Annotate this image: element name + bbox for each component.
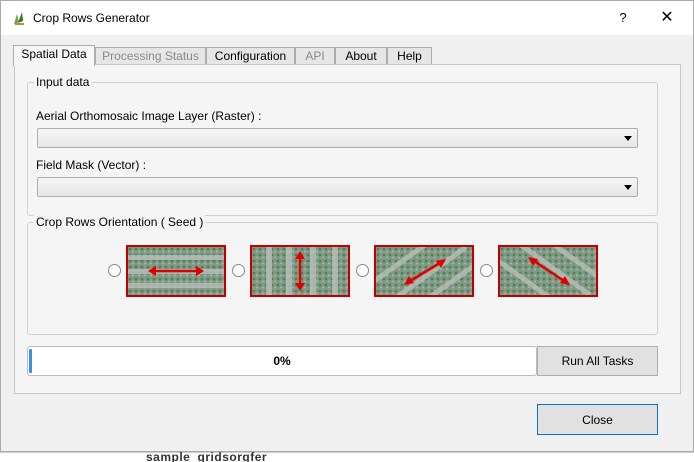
radio-horizontal[interactable]: [108, 264, 121, 277]
tab-help[interactable]: Help: [387, 47, 432, 65]
background-app-bottom: [0, 452, 694, 462]
progress-bar: 0%: [27, 346, 537, 376]
tab-api[interactable]: API: [295, 47, 335, 65]
help-button[interactable]: ?: [613, 9, 633, 27]
diagonal-down-rows-thumbnail[interactable]: [498, 245, 598, 297]
chevron-down-icon: [624, 136, 632, 141]
radio-diagonal-down[interactable]: [480, 264, 493, 277]
vector-label: Field Mask (Vector) :: [36, 158, 147, 172]
orientation-vertical[interactable]: [232, 245, 356, 297]
crop-rows-dialog: Crop Rows Generator ? ✕ Spatial Data Pro…: [0, 0, 694, 452]
tab-configuration[interactable]: Configuration: [206, 47, 295, 65]
horizontal-rows-thumbnail[interactable]: [126, 245, 226, 297]
orientation-title: Crop Rows Orientation ( Seed ): [34, 215, 206, 229]
tab-about[interactable]: About: [335, 47, 387, 65]
raster-label: Aerial Orthomosaic Image Layer (Raster) …: [36, 109, 262, 123]
close-icon[interactable]: ✕: [656, 9, 678, 27]
orientation-diagonal-up[interactable]: [356, 245, 480, 297]
title-bar: Crop Rows Generator ? ✕: [1, 1, 693, 35]
input-data-group: Input data Aerial Orthomosaic Image Laye…: [27, 75, 658, 216]
radio-vertical[interactable]: [232, 264, 245, 277]
field-mask-select[interactable]: [37, 177, 638, 197]
tab-processing-status[interactable]: Processing Status: [95, 47, 206, 65]
diagonal-up-rows-thumbnail[interactable]: [374, 245, 474, 297]
tab-spatial-data[interactable]: Spatial Data: [13, 45, 95, 66]
close-button[interactable]: Close: [537, 404, 658, 435]
orientation-diagonal-down[interactable]: [480, 245, 604, 297]
radio-diagonal-up[interactable]: [356, 264, 369, 277]
window-title: Crop Rows Generator: [33, 11, 150, 25]
input-data-title: Input data: [34, 75, 92, 89]
raster-layer-select[interactable]: [37, 128, 638, 148]
run-all-tasks-button[interactable]: Run All Tasks: [537, 346, 658, 376]
plugin-leaf-icon: [14, 12, 24, 25]
background-app-text: sample_gridsorgfer: [146, 452, 268, 462]
orientation-horizontal[interactable]: [108, 245, 232, 297]
chevron-down-icon: [624, 185, 632, 190]
vertical-rows-thumbnail[interactable]: [250, 245, 350, 297]
orientation-group: Crop Rows Orientation ( Seed ): [27, 215, 658, 335]
spatial-data-panel: Input data Aerial Orthomosaic Image Laye…: [14, 64, 681, 394]
progress-label: 0%: [273, 354, 291, 368]
